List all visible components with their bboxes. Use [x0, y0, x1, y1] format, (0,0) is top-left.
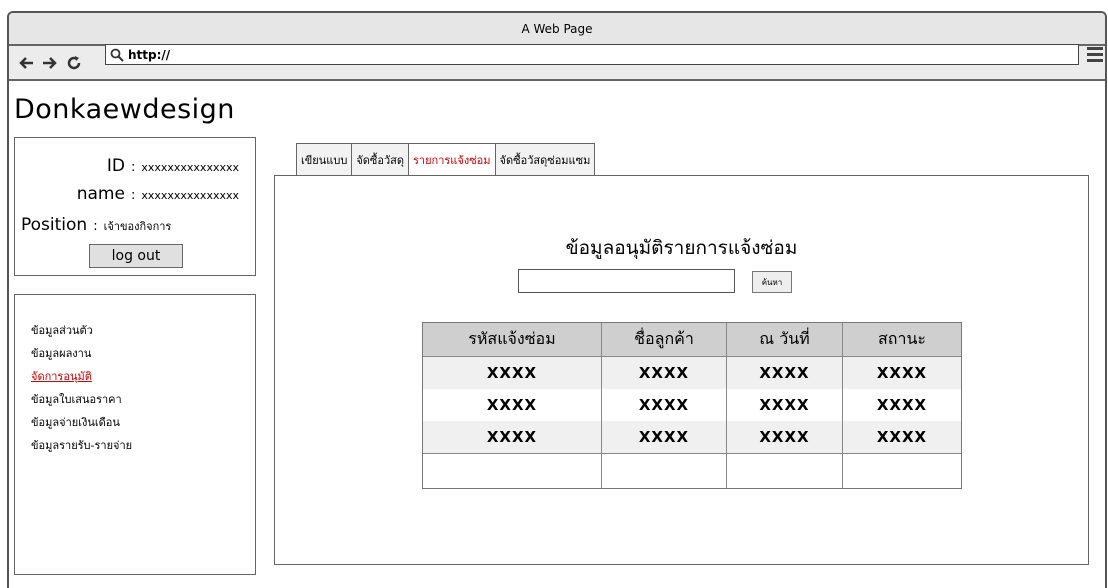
profile-position-row: Position : เจ้าของกิจการ: [21, 215, 171, 235]
url-text: http://: [128, 47, 171, 62]
profile-position-value: เจ้าของกิจการ: [103, 220, 172, 233]
brand-title: Donkaewdesign: [14, 94, 235, 125]
table-cell: XXXX: [423, 357, 602, 389]
table-cell: XXXX: [727, 357, 843, 389]
window-titlebar: A Web Page: [9, 13, 1105, 46]
tab-drafting[interactable]: เขียนแบบ: [296, 143, 353, 176]
table-cell: XXXX: [423, 421, 602, 453]
profile-name-value: xxxxxxxxxxxxxxx: [141, 189, 239, 202]
search-icon: [110, 48, 124, 62]
table-cell: XXXX: [876, 428, 928, 446]
separator: :: [130, 160, 136, 175]
table-header-row: รหัสแจ้งซ่อม ชื่อลูกค้า ณ วันที่ สถานะ: [423, 323, 961, 357]
table-row[interactable]: XXXX XXXX XXXX XXXX: [423, 389, 961, 421]
table-cell: [727, 454, 843, 488]
hamburger-menu-icon[interactable]: [1086, 45, 1104, 63]
table-cell: XXXX: [423, 389, 602, 421]
column-header-status: สถานะ: [878, 329, 926, 348]
separator: :: [93, 219, 98, 234]
sidebar-item-quotations[interactable]: ข้อมูลใบเสนอราคา: [31, 388, 132, 411]
tab-bar: เขียนแบบ จัดซื้อวัสดุ รายการแจ้งซ่อม จัด…: [296, 143, 596, 176]
profile-position-label: Position: [21, 215, 88, 235]
table-row[interactable]: XXXX XXXX XXXX XXXX: [423, 421, 961, 453]
sidebar-item-personal-info[interactable]: ข้อมูลส่วนตัว: [31, 319, 132, 342]
profile-panel: ID : xxxxxxxxxxxxxxx name : xxxxxxxxxxxx…: [14, 137, 256, 276]
sidebar-item-payroll[interactable]: ข้อมูลจ่ายเงินเดือน: [31, 411, 132, 434]
tab-purchase-repair-materials[interactable]: จัดซื้อวัสดุซ่อมแซม: [495, 143, 596, 176]
url-bar[interactable]: http://: [105, 44, 1079, 65]
table-cell: [423, 454, 602, 488]
table-cell: [602, 454, 727, 488]
column-header-date: ณ วันที่: [727, 323, 843, 356]
page-title: ข้อมูลอนุมัติรายการแจ้งซ่อม: [565, 237, 798, 259]
reload-icon[interactable]: [63, 52, 85, 74]
tab-repair-requests[interactable]: รายการแจ้งซ่อม: [409, 143, 496, 176]
sidebar-item-approvals[interactable]: จัดการอนุมัติ: [31, 365, 132, 388]
column-header-customer-name: ชื่อลูกค้า: [602, 323, 727, 356]
table-cell: [843, 454, 961, 488]
table-empty-row: [423, 453, 961, 488]
window-title: A Web Page: [521, 21, 593, 36]
column-header-repair-id: รหัสแจ้งซ่อม: [423, 323, 602, 356]
profile-id-value: xxxxxxxxxxxxxxx: [141, 161, 239, 174]
search-input[interactable]: [518, 269, 735, 293]
table-cell: XXXX: [876, 364, 928, 382]
separator: :: [130, 188, 136, 203]
repair-requests-table: รหัสแจ้งซ่อม ชื่อลูกค้า ณ วันที่ สถานะ X…: [422, 322, 962, 489]
search-button[interactable]: ค้นหา: [752, 271, 792, 293]
logout-button[interactable]: log out: [89, 244, 183, 268]
tab-purchase-materials[interactable]: จัดซื้อวัสดุ: [352, 143, 410, 176]
sidebar-item-income-expense[interactable]: ข้อมูลรายรับ-รายจ่าย: [31, 434, 132, 457]
table-cell: XXXX: [876, 396, 928, 414]
forward-arrow-icon[interactable]: [39, 52, 61, 74]
table-cell: XXXX: [602, 421, 727, 453]
profile-name-row: name : xxxxxxxxxxxxxxx: [77, 184, 239, 204]
profile-id-label: ID: [106, 156, 125, 176]
back-arrow-icon[interactable]: [15, 52, 37, 74]
table-cell: XXXX: [602, 357, 727, 389]
table-cell: XXXX: [727, 421, 843, 453]
profile-id-row: ID : xxxxxxxxxxxxxxx: [107, 156, 239, 176]
sidebar-item-portfolio[interactable]: ข้อมูลผลงาน: [31, 342, 132, 365]
table-cell: XXXX: [602, 389, 727, 421]
profile-name-label: name: [76, 184, 125, 204]
table-row[interactable]: XXXX XXXX XXXX XXXX: [423, 357, 961, 389]
sidebar-menu: ข้อมูลส่วนตัว ข้อมูลผลงาน จัดการอนุมัติ …: [14, 294, 256, 575]
table-cell: XXXX: [727, 389, 843, 421]
main-content-panel: ข้อมูลอนุมัติรายการแจ้งซ่อม ค้นหา รหัสแจ…: [274, 175, 1089, 565]
